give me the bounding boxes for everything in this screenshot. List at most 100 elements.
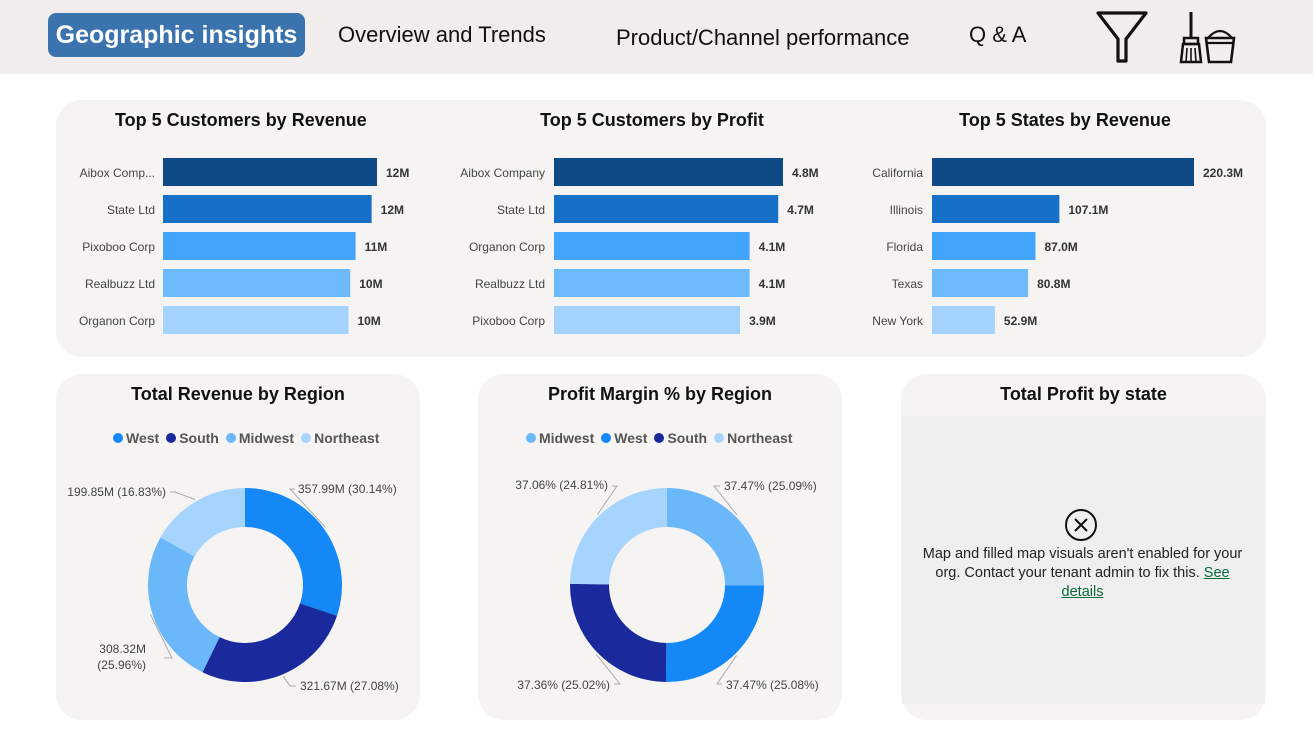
bar-category-label: Organon Corp bbox=[79, 314, 155, 328]
legend-marker bbox=[301, 433, 312, 443]
legend-item[interactable]: Midwest bbox=[526, 430, 594, 446]
legend-item[interactable]: Midwest bbox=[225, 430, 294, 446]
bar-value-label: 10M bbox=[359, 277, 382, 291]
chart-title-states-revenue: Top 5 States by Revenue bbox=[959, 110, 1171, 130]
bar-value-label: 10M bbox=[357, 314, 380, 328]
donut-slice[interactable] bbox=[245, 488, 342, 616]
tab-overview-and-trends[interactable]: Overview and Trends bbox=[338, 13, 546, 57]
legend-label: Midwest bbox=[539, 430, 595, 446]
bar-chart-states-revenue: California 220.3M Illinois 107.1M Florida 87.… bbox=[872, 158, 1243, 334]
bar[interactable] bbox=[554, 306, 741, 334]
broom-bucket-icon[interactable] bbox=[1178, 10, 1238, 66]
bar-value-label: 80.8M bbox=[1037, 277, 1070, 291]
donut-slice[interactable] bbox=[667, 488, 764, 586]
bar[interactable] bbox=[554, 269, 750, 297]
bar-value-label: 12M bbox=[386, 166, 409, 180]
legend-label: West bbox=[126, 430, 160, 446]
legend-item[interactable]: Northeast bbox=[301, 430, 379, 446]
bar-value-label: 107.1M bbox=[1068, 203, 1108, 217]
donut-slice[interactable] bbox=[570, 488, 667, 585]
bar-value-label: 4.8M bbox=[792, 166, 819, 180]
bar[interactable] bbox=[932, 158, 1194, 186]
legend-marker bbox=[166, 433, 177, 443]
bar-category-label: Organon Corp bbox=[469, 240, 545, 254]
bar[interactable] bbox=[932, 306, 995, 334]
chart-title-customers-revenue: Top 5 Customers by Revenue bbox=[115, 110, 367, 130]
bar[interactable] bbox=[554, 158, 783, 186]
bar[interactable] bbox=[554, 195, 779, 223]
tab-geographic-insights[interactable]: Geographic insights bbox=[48, 13, 305, 57]
bar-category-label: Aibox Company bbox=[460, 166, 545, 180]
donut-data-label: 37.36% (25.02%) bbox=[517, 678, 610, 692]
bar-value-label: 3.9M bbox=[749, 314, 776, 328]
legend-item[interactable]: Northeast bbox=[714, 430, 792, 446]
chart-title-customers-profit: Top 5 Customers by Profit bbox=[540, 110, 764, 130]
tab-product-channel-performance[interactable]: Product/Channel performance bbox=[616, 16, 910, 60]
bar-value-label: 4.1M bbox=[759, 240, 786, 254]
legend-item[interactable]: South bbox=[166, 430, 219, 446]
bar-value-label: 11M bbox=[365, 240, 388, 254]
bar-value-label: 52.9M bbox=[1004, 314, 1037, 328]
legend-label: West bbox=[614, 430, 648, 446]
bar-category-label: Pixoboo Corp bbox=[82, 240, 155, 254]
bar-category-label: Illinois bbox=[890, 203, 923, 217]
bar-category-label: New York bbox=[872, 314, 924, 328]
bar[interactable] bbox=[163, 306, 349, 334]
donut-data-label: (25.96%) bbox=[97, 658, 146, 672]
bar[interactable] bbox=[932, 269, 1029, 297]
legend-margin-region: Midwest West South Northeast bbox=[526, 430, 792, 446]
legend-marker bbox=[225, 433, 236, 443]
bar[interactable] bbox=[163, 269, 351, 297]
donut-data-label: 37.47% (25.08%) bbox=[726, 678, 819, 692]
bar-category-label: California bbox=[872, 166, 923, 180]
donut-chart-margin-region: 37.47% (25.09%) 37.47% (25.08%) 37.36% (25… bbox=[515, 478, 819, 692]
donut-slice[interactable] bbox=[202, 603, 337, 682]
bar-category-label: Realbuzz Ltd bbox=[85, 277, 155, 291]
map-message-text: Map and filled map visuals aren't enable… bbox=[922, 546, 1243, 581]
bar-value-label: 4.7M bbox=[787, 203, 814, 217]
bar-value-label: 87.0M bbox=[1044, 240, 1077, 254]
donut-slice[interactable] bbox=[148, 537, 220, 673]
bar-category-label: State Ltd bbox=[497, 203, 545, 217]
legend-label: Northeast bbox=[314, 430, 380, 446]
filter-funnel-icon[interactable] bbox=[1095, 9, 1149, 65]
bar-value-label: 12M bbox=[381, 203, 404, 217]
donut-data-label: 357.99M (30.14%) bbox=[298, 482, 397, 496]
bar-value-label: 4.1M bbox=[759, 277, 786, 291]
legend-item[interactable]: West bbox=[113, 430, 159, 446]
bar[interactable] bbox=[932, 232, 1036, 260]
chart-title-margin-region: Profit Margin % by Region bbox=[547, 384, 772, 404]
bar[interactable] bbox=[163, 232, 356, 260]
bar[interactable] bbox=[163, 158, 377, 186]
legend-revenue-region: West South Midwest Northeast bbox=[113, 430, 379, 446]
legend-marker bbox=[601, 433, 612, 443]
legend-marker bbox=[113, 433, 123, 443]
donut-slice[interactable] bbox=[570, 583, 667, 682]
bar[interactable] bbox=[932, 195, 1060, 223]
legend-label: South bbox=[667, 430, 708, 446]
error-circle-x-icon bbox=[1065, 509, 1097, 541]
bar-category-label: Florida bbox=[886, 240, 923, 254]
bar-category-label: Pixoboo Corp bbox=[472, 314, 545, 328]
leader-line bbox=[170, 491, 196, 500]
bar[interactable] bbox=[163, 195, 372, 223]
bar-value-label: 220.3M bbox=[1203, 166, 1243, 180]
legend-label: Northeast bbox=[727, 430, 793, 446]
map-disabled-message: Map and filled map visuals aren't enable… bbox=[920, 545, 1245, 602]
donut-data-label: 321.67M (27.08%) bbox=[300, 679, 399, 693]
chart-title-profit-state: Total Profit by state bbox=[1000, 384, 1167, 404]
bar-category-label: State Ltd bbox=[107, 203, 155, 217]
bar-category-label: Texas bbox=[892, 277, 923, 291]
donut-slice[interactable] bbox=[665, 585, 764, 682]
chart-title-revenue-region: Total Revenue by Region bbox=[131, 384, 345, 404]
donut-data-label: 199.85M (16.83%) bbox=[67, 485, 166, 499]
legend-item[interactable]: South bbox=[654, 430, 707, 446]
bar[interactable] bbox=[554, 232, 750, 260]
donut-data-label: 37.06% (24.81%) bbox=[515, 478, 608, 492]
tab-q-and-a[interactable]: Q & A bbox=[969, 13, 1026, 57]
donut-data-label: 308.32M bbox=[99, 642, 146, 656]
legend-item[interactable]: West bbox=[601, 430, 647, 446]
legend-marker bbox=[714, 433, 725, 443]
bar-chart-customers-profit: Aibox Company 4.8M State Ltd 4.7M Organon Co… bbox=[460, 158, 819, 334]
bar-category-label: Realbuzz Ltd bbox=[475, 277, 545, 291]
